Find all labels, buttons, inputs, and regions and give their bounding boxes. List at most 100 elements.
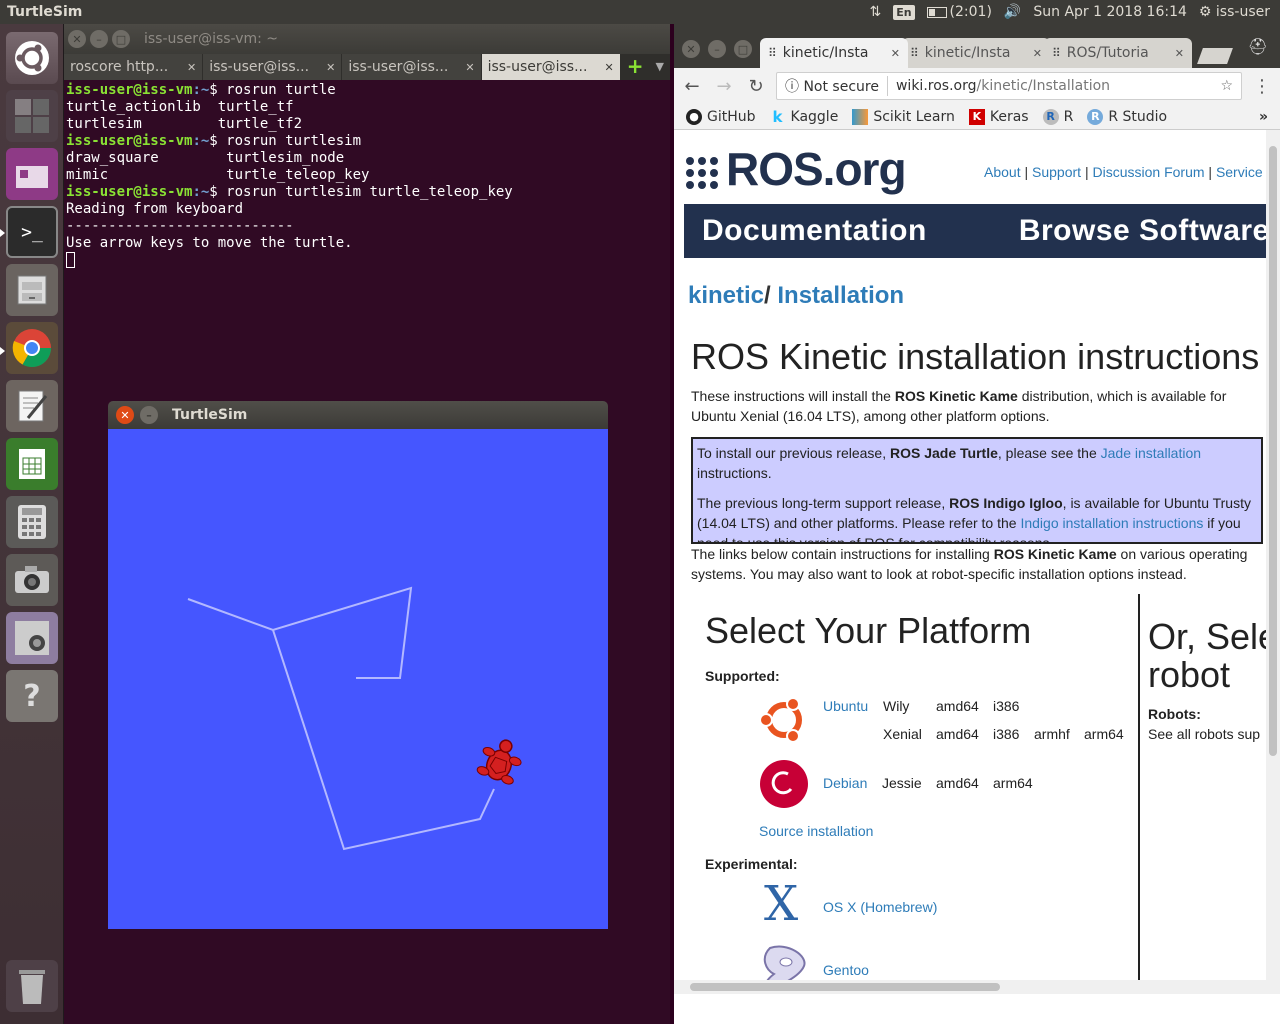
new-tab-plus-icon[interactable]: + (621, 54, 650, 80)
web-page[interactable]: ROS.org About | Support | Discussion For… (674, 130, 1280, 994)
star-icon[interactable]: ☆ (1220, 78, 1233, 94)
new-tab-button[interactable] (1197, 48, 1233, 64)
files-button[interactable] (6, 264, 58, 316)
link-wily-i386[interactable]: i386 (993, 698, 1019, 714)
link-service[interactable]: Service (1216, 164, 1263, 180)
link-about[interactable]: About (984, 164, 1021, 180)
terminal-tab[interactable]: iss-user@iss... ✕ (203, 54, 342, 80)
workspace-switcher-button[interactable] (6, 90, 58, 142)
close-button[interactable]: ✕ (116, 406, 134, 424)
link-support[interactable]: Support (1032, 164, 1081, 180)
maximize-button[interactable]: □ (112, 30, 130, 48)
link-gentoo[interactable]: Gentoo (823, 962, 869, 978)
close-icon[interactable]: ✕ (1175, 47, 1184, 60)
clock[interactable]: Sun Apr 1 2018 16:14 (1033, 4, 1187, 20)
link-xenial-arm64[interactable]: arm64 (1084, 726, 1124, 742)
scrollbar-thumb[interactable] (690, 983, 1000, 991)
link-jessie-amd64[interactable]: amd64 (936, 775, 979, 791)
turtlesim-window[interactable]: ✕ – TurtleSim (108, 401, 608, 929)
breadcrumb-kinetic[interactable]: kinetic (688, 282, 764, 309)
close-button[interactable]: ✕ (68, 30, 86, 48)
minimize-button[interactable]: – (708, 40, 726, 58)
terminal-titlebar[interactable]: ✕ – □ iss-user@iss-vm: ~ (64, 24, 670, 54)
window-app-button[interactable] (6, 148, 58, 200)
turtlesim-titlebar[interactable]: ✕ – TurtleSim (108, 401, 608, 429)
link-jessie-arm64[interactable]: arm64 (993, 775, 1033, 791)
link-xenial-i386[interactable]: i386 (993, 726, 1019, 742)
browser-window[interactable]: ✕ – □ ⠿ kinetic/Insta ✕ ⠿ kinetic/Insta ✕ ⠿ R… (674, 24, 1280, 1024)
camera-button[interactable] (6, 554, 58, 606)
maximize-button[interactable]: □ (734, 40, 752, 58)
terminal-tab[interactable]: roscore http... ✕ (64, 54, 203, 80)
osx-logo-icon[interactable]: X (764, 878, 798, 930)
help-button[interactable]: ? (6, 670, 58, 722)
platform-section-title: Select Your Platform (705, 610, 1032, 651)
address-bar[interactable]: ⓘ Not secure wiki.ros.org/kinetic/Instal… (776, 72, 1242, 100)
back-arrow-icon[interactable]: ← (680, 76, 704, 97)
keyboard-layout[interactable]: En (893, 4, 915, 20)
webcam-button[interactable] (6, 612, 58, 664)
chevron-down-icon[interactable]: ▼ (650, 54, 670, 80)
link-xenial-armhf[interactable]: armhf (1034, 726, 1070, 742)
text-editor-button[interactable] (6, 380, 58, 432)
link-source-installation[interactable]: Source installation (759, 823, 873, 839)
terminal-button[interactable]: >_ (6, 206, 58, 258)
link-wily-amd64[interactable]: amd64 (936, 698, 979, 714)
battery-indicator[interactable]: (2:01) (926, 4, 992, 20)
close-icon[interactable]: ✕ (1033, 47, 1042, 60)
bookmark-scikit[interactable]: Scikit Learn (852, 108, 955, 125)
link-wily[interactable]: Wily (883, 698, 909, 714)
breadcrumb-installation[interactable]: Installation (777, 282, 904, 309)
minimize-button[interactable]: – (90, 30, 108, 48)
terminal-tab-active[interactable]: iss-user@iss... ✕ (481, 54, 620, 80)
link-debian[interactable]: Debian (823, 775, 867, 791)
close-icon[interactable]: ✕ (605, 61, 614, 74)
terminal-output[interactable]: iss-user@iss-vm:~$ rosrun turtle turtle_a… (64, 80, 670, 271)
calculator-button[interactable] (6, 496, 58, 548)
link-indigo-installation[interactable]: Indigo installation instructions (1020, 515, 1203, 531)
close-button[interactable]: ✕ (682, 40, 700, 58)
ubuntu-logo-icon[interactable] (758, 694, 810, 746)
scrollbar-thumb[interactable] (1269, 146, 1277, 756)
link-osx-homebrew[interactable]: OS X (Homebrew) (823, 899, 937, 915)
link-jade-installation[interactable]: Jade installation (1101, 445, 1201, 461)
nav-browse-software[interactable]: Browse Software (1019, 214, 1269, 248)
forward-arrow-icon[interactable]: → (712, 76, 736, 97)
bookmark-keras[interactable]: K Keras (968, 108, 1029, 125)
close-icon[interactable]: ✕ (465, 61, 474, 74)
bookmark-r[interactable]: RR (1042, 108, 1073, 125)
close-icon[interactable]: ✕ (326, 61, 335, 74)
security-indicator[interactable]: ⓘ Not secure (785, 76, 888, 96)
network-icon[interactable]: ⇅ (869, 4, 881, 20)
minimize-button[interactable]: – (140, 406, 158, 424)
bookmark-rstudio[interactable]: RR Studio (1087, 108, 1167, 125)
terminal-tab[interactable]: iss-user@iss... ✕ (342, 54, 481, 80)
spreadsheet-button[interactable] (6, 438, 58, 490)
close-icon[interactable]: ✕ (187, 61, 196, 74)
debian-logo-icon[interactable] (758, 758, 810, 810)
ros-logo[interactable]: ROS.org (686, 142, 907, 196)
nav-documentation[interactable]: Documentation (702, 214, 927, 248)
bookmark-kaggle[interactable]: k Kaggle (770, 108, 839, 126)
link-jessie[interactable]: Jessie (882, 775, 922, 791)
close-icon[interactable]: ✕ (891, 47, 900, 60)
browser-tab[interactable]: ⠿ kinetic/Insta ✕ (902, 38, 1050, 68)
link-xenial[interactable]: Xenial (883, 726, 922, 742)
browser-tab-active[interactable]: ⠿ kinetic/Insta ✕ (760, 38, 908, 68)
link-xenial-amd64[interactable]: amd64 (936, 726, 979, 742)
chevron-right-icon[interactable]: » (1259, 109, 1280, 125)
menu-icon[interactable]: ⋮ (1250, 76, 1274, 97)
user-menu[interactable]: ⚙ iss-user (1199, 4, 1270, 20)
ubuntu-dash-button[interactable] (6, 32, 58, 84)
incognito-icon[interactable]: ⛑ (1248, 37, 1280, 56)
volume-icon[interactable]: 🔊 (1004, 4, 1021, 20)
horizontal-scrollbar[interactable] (674, 980, 1266, 994)
trash-button[interactable] (6, 960, 58, 1012)
link-ubuntu[interactable]: Ubuntu (823, 698, 868, 714)
vertical-scrollbar[interactable] (1266, 130, 1280, 994)
link-discussion-forum[interactable]: Discussion Forum (1092, 164, 1204, 180)
bookmark-github[interactable]: ● GitHub (686, 108, 756, 125)
browser-tab[interactable]: ⠿ ROS/Tutoria ✕ (1044, 38, 1192, 68)
chrome-button[interactable] (6, 322, 58, 374)
reload-icon[interactable]: ↻ (744, 76, 768, 97)
